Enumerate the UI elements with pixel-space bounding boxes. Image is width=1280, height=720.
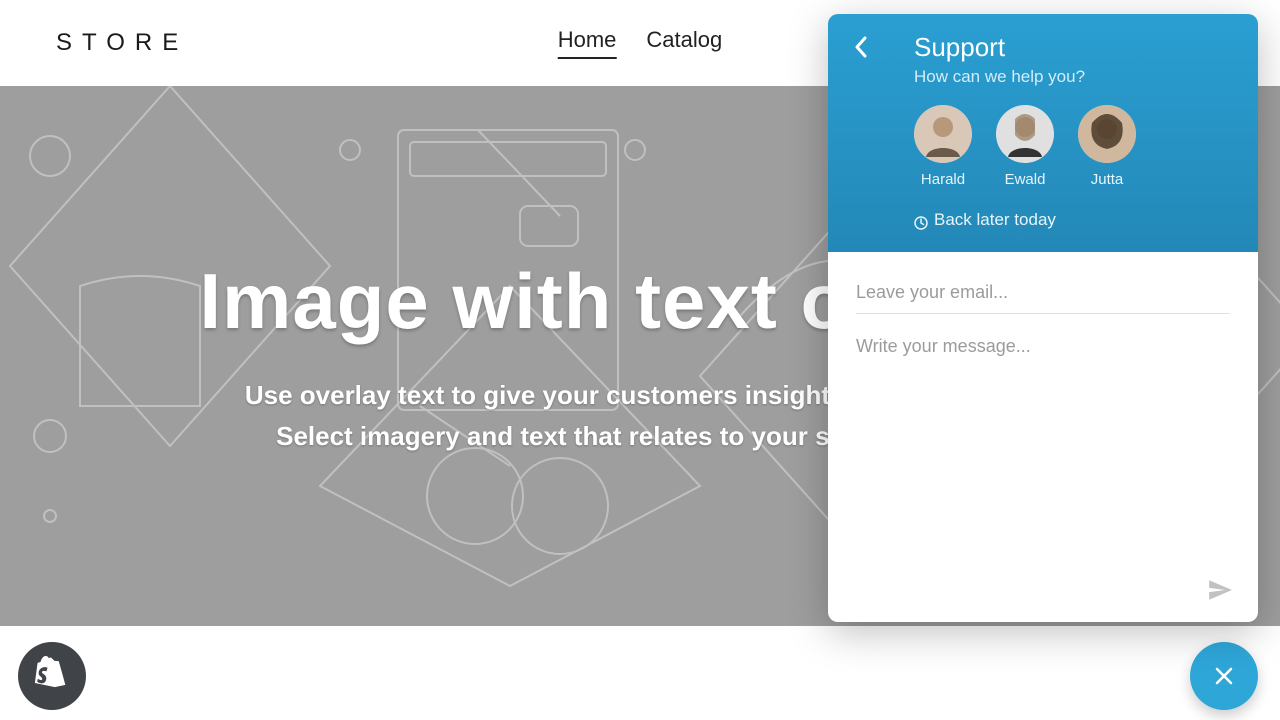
chat-status-text: Back later today <box>934 210 1056 230</box>
chat-body <box>828 252 1258 622</box>
chat-back-button[interactable] <box>850 36 872 58</box>
avatar <box>914 105 972 163</box>
chat-subtitle: How can we help you? <box>914 67 1230 87</box>
send-icon <box>1207 577 1233 603</box>
avatar <box>1078 105 1136 163</box>
avatar <box>996 105 1054 163</box>
shopify-badge[interactable] <box>18 642 86 710</box>
chevron-left-icon <box>854 36 868 58</box>
chat-header: Support How can we help you? Harald Ewal… <box>828 14 1258 252</box>
chat-widget: Support How can we help you? Harald Ewal… <box>828 14 1258 622</box>
message-field[interactable] <box>856 322 1230 442</box>
chat-status: Back later today <box>914 210 1230 230</box>
shopify-icon <box>33 656 71 696</box>
agent-name: Jutta <box>1091 171 1124 188</box>
nav-links: Home Catalog <box>558 27 723 59</box>
email-field[interactable] <box>856 272 1230 314</box>
chat-close-button[interactable] <box>1190 642 1258 710</box>
send-button[interactable] <box>1204 574 1236 606</box>
agent-list: Harald Ewald Jutta <box>914 105 1230 188</box>
close-icon <box>1212 664 1236 688</box>
brand-logo: STORE <box>56 29 188 57</box>
agent-harald: Harald <box>914 105 972 188</box>
agent-ewald: Ewald <box>996 105 1054 188</box>
clock-icon <box>914 215 924 225</box>
chat-title: Support <box>914 32 1230 63</box>
agent-name: Ewald <box>1005 171 1046 188</box>
nav-catalog[interactable]: Catalog <box>646 27 722 59</box>
nav-home[interactable]: Home <box>558 27 617 59</box>
agent-jutta: Jutta <box>1078 105 1136 188</box>
agent-name: Harald <box>921 171 965 188</box>
